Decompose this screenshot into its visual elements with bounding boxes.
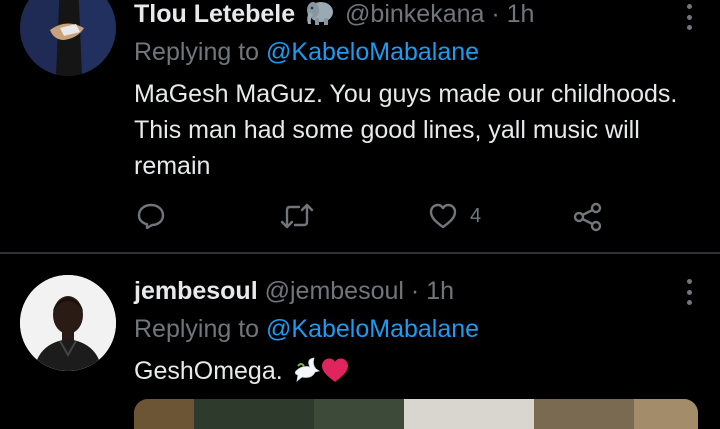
like-button[interactable]: 4 (428, 202, 481, 230)
replying-prefix: Replying to (134, 315, 260, 343)
tweet-text: GeshOmega. (134, 353, 694, 393)
heart-emoji (320, 357, 350, 393)
dove-emoji (292, 357, 320, 393)
tweet-2[interactable]: jembesoul @jembesoul · 1h Replying to @K… (0, 255, 720, 429)
more-icon[interactable] (686, 4, 692, 30)
replying-to: Replying to @KabeloMabalane (134, 38, 479, 67)
share-button[interactable] (572, 202, 604, 232)
like-count: 4 (470, 204, 482, 227)
timestamp[interactable]: 1h (426, 277, 454, 305)
reply-icon (137, 203, 165, 230)
separator: · (410, 277, 420, 305)
tweet-1[interactable]: Tlou Letebele @binkekana · 1h Replying t… (0, 0, 720, 252)
tweet-text-content: GeshOmega. (134, 357, 283, 385)
tweet-header: Tlou Letebele @binkekana · 1h (134, 0, 534, 33)
like-icon (429, 203, 457, 229)
avatar[interactable] (20, 275, 116, 371)
replying-prefix: Replying to (134, 38, 260, 66)
author-handle[interactable]: @jembesoul (265, 277, 404, 305)
tweet-text: MaGesh MaGuz. You guys made our childhoo… (134, 80, 678, 180)
elephant-emoji (304, 0, 334, 33)
replying-to: Replying to @KabeloMabalane (134, 315, 479, 344)
retweet-button[interactable] (280, 202, 314, 230)
divider (0, 252, 720, 254)
author-handle[interactable]: @binkekana (345, 0, 484, 28)
timestamp[interactable]: 1h (507, 0, 535, 28)
mention-link[interactable]: @KabeloMabalane (266, 315, 479, 343)
separator: · (491, 0, 500, 28)
tweet-header: jembesoul @jembesoul · 1h (134, 277, 454, 306)
media-preview[interactable] (134, 399, 698, 429)
reply-button[interactable] (136, 202, 166, 230)
author-name[interactable]: Tlou Letebele (134, 0, 295, 28)
more-icon[interactable] (686, 279, 692, 305)
share-icon (573, 202, 602, 232)
author-name[interactable]: jembesoul (134, 277, 258, 305)
avatar[interactable] (20, 0, 116, 76)
retweet-icon (280, 203, 314, 229)
mention-link[interactable]: @KabeloMabalane (266, 38, 479, 66)
action-bar: 4 (134, 202, 614, 236)
